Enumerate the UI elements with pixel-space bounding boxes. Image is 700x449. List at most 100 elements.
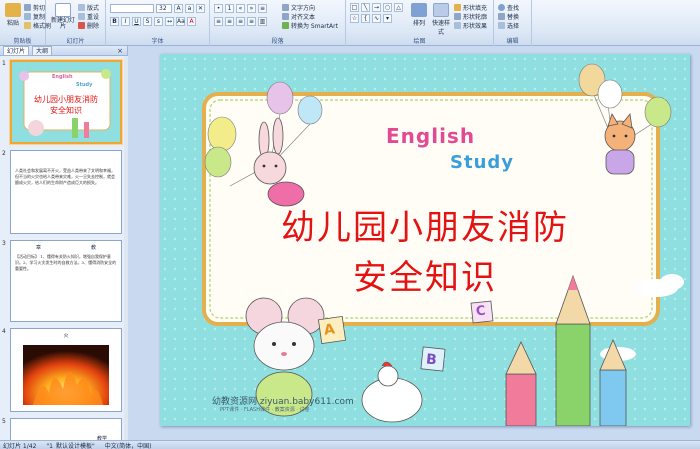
change-case-button[interactable]: Aa [176, 17, 185, 26]
block-letter-c: C [475, 303, 487, 320]
arrange-icon [411, 3, 427, 17]
paste-icon [5, 3, 21, 17]
shape-triangle-button[interactable]: △ [394, 3, 403, 12]
powerpoint-window: 粘贴 剪切 复制 格式刷 剪贴板 新建幻灯片 版式 重设 删除 幻灯片 32 A… [0, 0, 700, 449]
block-letter-a: A [322, 321, 336, 339]
slide-thumbnail-1[interactable]: English Study 幼儿园小朋友消防 安全知识 [10, 60, 122, 144]
editing-group: 查找 替换 选择 编辑 [494, 0, 532, 46]
bold-button[interactable]: B [110, 17, 119, 26]
slides-pane: 幻灯片 大纲 × 1 English Study 幼儿园小朋友消防 安全知识 2 [0, 46, 128, 440]
thumbnail-list[interactable]: 1 English Study 幼儿园小朋友消防 安全知识 2 人类社会和发展离… [0, 56, 124, 440]
study-text[interactable]: Study [450, 152, 514, 173]
numbering-button[interactable]: 1 [225, 4, 234, 13]
select-arrow-icon [498, 22, 505, 29]
align-center-button[interactable]: ≡ [225, 17, 234, 26]
smartart-button[interactable]: 转换为 SmartArt [282, 21, 338, 30]
tab-outline[interactable]: 大纲 [32, 46, 53, 55]
shape-line-button[interactable]: ╲ [361, 3, 370, 12]
thumb-3-text: 【活动目标】 1、懂得有关防火知识，增强自我保护意识。2、学习火灾发生时的自救方… [15, 254, 117, 271]
text-direction-button[interactable]: 文字方向 [282, 3, 315, 12]
reset-button[interactable]: 重设 [78, 12, 99, 21]
align-right-button[interactable]: ≡ [236, 17, 245, 26]
slide-thumbnail-4[interactable]: 火 [10, 328, 122, 412]
replace-icon [498, 13, 505, 20]
english-text[interactable]: English [386, 124, 475, 148]
paragraph-group-label: 段落 [271, 38, 284, 45]
cut-button[interactable]: 剪切 [24, 3, 45, 12]
shape-effects-button[interactable]: 形状效果 [454, 21, 487, 30]
align-left-button[interactable]: ≡ [214, 17, 223, 26]
paragraph-group: • 1 « » ≡ ≡ ≡ ≡ ≡ ▥ 文字方向 对齐文本 转换为 SmartA… [210, 0, 346, 46]
shape-outline-button[interactable]: 形状轮廓 [454, 12, 487, 21]
line-spacing-button[interactable]: ≡ [258, 4, 267, 13]
shadow-button[interactable]: s [154, 17, 163, 26]
italic-button[interactable]: I [121, 17, 130, 26]
arrange-button[interactable]: 排列 [408, 3, 430, 31]
align-text-icon [282, 13, 289, 20]
layout-icon [78, 4, 85, 11]
align-text-button[interactable]: 对齐文本 [282, 12, 315, 21]
shape-fill-button[interactable]: 形状填充 [454, 3, 487, 12]
delete-slide-button[interactable]: 删除 [78, 21, 99, 30]
thumb-1-title-2: 安全知识 [50, 106, 82, 115]
shape-star-button[interactable]: ☆ [350, 14, 359, 23]
bullets-button[interactable]: • [214, 4, 223, 13]
copy-button[interactable]: 复制 [24, 12, 45, 21]
decrease-indent-button[interactable]: « [236, 4, 245, 13]
slide-thumbnail-3[interactable]: 章 教 【活动目标】 1、懂得有关防火知识，增强自我保护意识。2、学习火灾发生时… [10, 240, 122, 322]
clear-format-button[interactable]: ✕ [196, 4, 205, 13]
scissors-icon [24, 4, 31, 11]
slide-canvas[interactable]: English Study 幼儿园小朋友消防 安全知识 A B C 幼教资源网 … [160, 54, 690, 426]
shape-more-button[interactable]: ▾ [383, 14, 392, 23]
grow-font-button[interactable]: A [174, 4, 183, 13]
slide-thumbnail-5[interactable]: 教学 [10, 418, 122, 440]
font-group-label: 字体 [151, 38, 164, 45]
shape-brace-button[interactable]: { [361, 14, 370, 23]
slides-group-label: 幻灯片 [66, 38, 85, 45]
underline-button[interactable]: U [132, 17, 141, 26]
slide-counter: 幻灯片 1/42 [3, 442, 37, 449]
close-icon[interactable]: × [117, 47, 123, 55]
slide-thumbnail-2[interactable]: 人类社会和发展离不开火，受益人类带来了文明和幸福，但不当的火灾也给人类带来灾难，… [10, 150, 122, 234]
columns-button[interactable]: ▥ [258, 17, 267, 26]
pane-tabs: 幻灯片 大纲 × [0, 46, 127, 56]
drawing-group: □ ╲ → ○ △ ☆ { ∿ ▾ 排列 快速样式 形状填充 形状轮廓 形状效果… [346, 0, 494, 46]
tab-slides[interactable]: 幻灯片 [3, 46, 30, 55]
thumb-1-english: English [52, 74, 73, 80]
brush-icon [24, 22, 31, 29]
find-button[interactable]: 查找 [498, 3, 519, 12]
theme-name[interactable]: "1_默认设计模板" [46, 441, 94, 449]
clipboard-group: 粘贴 剪切 复制 格式刷 剪贴板 [0, 0, 51, 46]
thumb-1-study: Study [76, 82, 93, 88]
shape-arrow-button[interactable]: → [372, 3, 381, 12]
binoculars-icon [498, 4, 505, 11]
shrink-font-button[interactable]: a [185, 4, 194, 13]
slide-title-line-2[interactable]: 安全知识 [160, 250, 690, 299]
justify-button[interactable]: ≡ [247, 17, 256, 26]
replace-button[interactable]: 替换 [498, 12, 519, 21]
quick-styles-button[interactable]: 快速样式 [430, 3, 452, 36]
language-indicator[interactable]: 中文(简体，中国) [105, 441, 152, 449]
strikethrough-button[interactable]: S [143, 17, 152, 26]
font-name-combo[interactable] [110, 4, 154, 13]
shape-curve-button[interactable]: ∿ [372, 14, 381, 23]
fire-image [23, 345, 109, 405]
new-slide-button[interactable]: 新建幻灯片 [50, 3, 76, 31]
delete-icon [78, 22, 85, 29]
char-spacing-button[interactable]: ↔ [165, 17, 174, 26]
font-size-combo[interactable]: 32 [156, 4, 172, 13]
select-button[interactable]: 选择 [498, 21, 519, 30]
reset-icon [78, 13, 85, 20]
increase-indent-button[interactable]: » [247, 4, 256, 13]
thumb-4-heading: 火 [63, 333, 69, 339]
paste-button[interactable]: 粘贴 [2, 3, 24, 31]
effects-icon [454, 22, 461, 29]
font-color-button[interactable]: A [187, 17, 196, 26]
slide-number: 3 [2, 240, 6, 247]
layout-button[interactable]: 版式 [78, 3, 99, 12]
slide-title-line-1[interactable]: 幼儿园小朋友消防 [160, 200, 690, 249]
ribbon: 粘贴 剪切 复制 格式刷 剪贴板 新建幻灯片 版式 重设 删除 幻灯片 32 A… [0, 0, 700, 46]
shape-oval-button[interactable]: ○ [383, 3, 392, 12]
slide-number: 1 [2, 60, 6, 67]
shape-rect-button[interactable]: □ [350, 3, 359, 12]
